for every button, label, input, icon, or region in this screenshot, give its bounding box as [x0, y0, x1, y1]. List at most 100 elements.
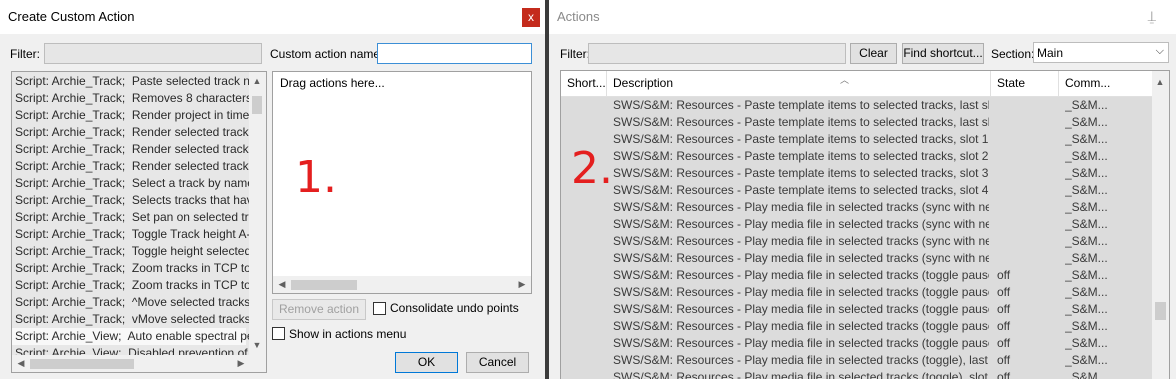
- cell-command: _S&M...: [1065, 115, 1108, 129]
- cell-description: SWS/S&M: Resources - Paste template item…: [613, 166, 989, 180]
- pin-icon[interactable]: ⍊: [1148, 8, 1156, 25]
- action-list-item[interactable]: Script: Archie_Track; Zoom tracks in TCP…: [15, 260, 264, 277]
- filter-input[interactable]: [588, 43, 846, 64]
- scroll-up-arrow-icon[interactable]: ▲: [1153, 77, 1167, 87]
- action-list-item[interactable]: Script: Archie_Track; Zoom tracks in TCP…: [15, 277, 264, 294]
- actions-table[interactable]: Short... ︿ Description State Comm... SWS/…: [560, 70, 1170, 379]
- cell-state: off: [997, 336, 1011, 350]
- scroll-left-arrow-icon[interactable]: ◀: [14, 358, 28, 369]
- section-value: Main: [1037, 46, 1064, 60]
- show-in-actions-menu-checkbox[interactable]: [272, 327, 285, 340]
- cell-description: SWS/S&M: Resources - Play media file in …: [613, 370, 989, 379]
- title-bar[interactable]: Actions ⍊: [549, 0, 1176, 34]
- action-list-item[interactable]: Script: Archie_Track; vMove selected tra…: [15, 311, 263, 328]
- column-header-description[interactable]: ︿ Description: [607, 71, 991, 97]
- close-button[interactable]: x: [522, 8, 540, 27]
- table-row[interactable]: SWS/S&M: Resources - Play media file in …: [561, 318, 1152, 335]
- available-actions-list[interactable]: Script: Archie_Track; Paste selected tra…: [11, 71, 267, 373]
- annotation-2: 2.: [571, 143, 613, 194]
- action-list-item[interactable]: Script: Archie_Track; Paste selected tra…: [15, 73, 266, 90]
- action-list-item[interactable]: Script: Archie_Track; Toggle height sele…: [15, 243, 266, 260]
- table-row[interactable]: SWS/S&M: Resources - Play media file in …: [561, 250, 1152, 267]
- scrollbar-thumb[interactable]: [252, 96, 262, 114]
- annotation-1: 1.: [295, 152, 337, 203]
- action-list-item[interactable]: Script: Archie_Track; Select a track by …: [15, 175, 266, 192]
- clear-button[interactable]: Clear: [850, 43, 897, 64]
- table-row[interactable]: SWS/S&M: Resources - Play media file in …: [561, 284, 1152, 301]
- action-list-item[interactable]: Script: Archie_Track; Set pan on selecte…: [15, 209, 266, 226]
- show-in-actions-menu-label: Show in actions menu: [289, 327, 407, 341]
- horizontal-scrollbar[interactable]: ◀ ▶: [12, 355, 266, 372]
- action-list-item[interactable]: Script: Archie_View; Auto enable spectra…: [12, 328, 266, 345]
- action-list-item[interactable]: Script: Archie_Track; Render project in …: [15, 107, 266, 124]
- action-list-item[interactable]: Script: Archie_Track; Removes 8 characte…: [15, 90, 266, 107]
- table-row[interactable]: SWS/S&M: Resources - Paste template item…: [561, 114, 1152, 131]
- custom-action-name-input[interactable]: [377, 43, 532, 64]
- action-list-item[interactable]: Script: Archie_Track; Render selected tr…: [15, 158, 266, 175]
- table-row[interactable]: SWS/S&M: Resources - Play media file in …: [561, 369, 1152, 379]
- action-list-item[interactable]: Script: Archie_Track; Render selected tr…: [15, 141, 266, 158]
- table-row[interactable]: SWS/S&M: Resources - Paste template item…: [561, 131, 1152, 148]
- vertical-scrollbar[interactable]: ▲: [1152, 71, 1169, 379]
- scroll-right-arrow-icon[interactable]: ▶: [515, 279, 529, 290]
- cell-description: SWS/S&M: Resources - Paste template item…: [613, 132, 989, 146]
- action-list-item[interactable]: Script: Archie_Track; ^Move selected tra…: [15, 294, 263, 311]
- cell-state: off: [997, 268, 1011, 282]
- cell-description: SWS/S&M: Resources - Play media file in …: [613, 200, 989, 214]
- cell-description: SWS/S&M: Resources - Play media file in …: [613, 285, 989, 299]
- action-list-item[interactable]: Script: Archie_Track; Toggle Track heigh…: [15, 226, 266, 243]
- table-row[interactable]: SWS/S&M: Resources - Paste template item…: [561, 165, 1152, 182]
- cell-command: _S&M...: [1065, 132, 1108, 146]
- cell-command: _S&M...: [1065, 268, 1108, 282]
- cell-command: _S&M...: [1065, 353, 1108, 367]
- table-header: Short... ︿ Description State Comm...: [561, 71, 1152, 97]
- table-row[interactable]: SWS/S&M: Resources - Play media file in …: [561, 199, 1152, 216]
- table-row[interactable]: SWS/S&M: Resources - Paste template item…: [561, 97, 1152, 114]
- filter-input[interactable]: [44, 43, 262, 64]
- scrollbar-thumb[interactable]: [30, 359, 134, 369]
- cell-description: SWS/S&M: Resources - Paste template item…: [613, 98, 989, 112]
- remove-action-button[interactable]: Remove action: [272, 299, 366, 320]
- cell-description: SWS/S&M: Resources - Play media file in …: [613, 353, 989, 367]
- action-list-item[interactable]: Script: Archie_Track; Render selected tr…: [15, 124, 266, 141]
- column-header-command[interactable]: Comm...: [1059, 71, 1154, 97]
- scrollbar-thumb[interactable]: [1155, 302, 1166, 320]
- table-row[interactable]: SWS/S&M: Resources - Play media file in …: [561, 233, 1152, 250]
- column-header-state[interactable]: State: [991, 71, 1059, 97]
- scrollbar-thumb[interactable]: [291, 280, 357, 290]
- cell-command: _S&M...: [1065, 217, 1108, 231]
- column-header-shortcut[interactable]: Short...: [561, 71, 607, 97]
- window-title: Actions: [557, 9, 600, 24]
- title-bar[interactable]: Create Custom Action x: [0, 0, 545, 34]
- cell-description: SWS/S&M: Resources - Paste template item…: [613, 115, 989, 129]
- scroll-down-arrow-icon[interactable]: ▼: [250, 340, 264, 350]
- ok-button[interactable]: OK: [395, 352, 458, 373]
- cell-description: SWS/S&M: Resources - Play media file in …: [613, 251, 989, 265]
- section-select[interactable]: Main ⌵: [1033, 42, 1169, 63]
- table-row[interactable]: SWS/S&M: Resources - Play media file in …: [561, 335, 1152, 352]
- table-row[interactable]: SWS/S&M: Resources - Play media file in …: [561, 301, 1152, 318]
- horizontal-scrollbar[interactable]: ◀ ▶: [273, 276, 531, 293]
- drop-placeholder: Drag actions here...: [280, 76, 385, 90]
- action-list-item[interactable]: Script: Archie_Track; Selects tracks tha…: [15, 192, 266, 209]
- table-row[interactable]: SWS/S&M: Resources - Play media file in …: [561, 216, 1152, 233]
- cell-command: _S&M...: [1065, 336, 1108, 350]
- table-row[interactable]: SWS/S&M: Resources - Paste template item…: [561, 182, 1152, 199]
- scroll-left-arrow-icon[interactable]: ◀: [275, 279, 289, 290]
- custom-action-drop-area[interactable]: Drag actions here... 1. ◀ ▶: [272, 71, 532, 294]
- cell-command: _S&M...: [1065, 302, 1108, 316]
- cell-command: _S&M...: [1065, 166, 1108, 180]
- close-icon: x: [528, 10, 534, 24]
- consolidate-undo-checkbox[interactable]: [373, 302, 386, 315]
- vertical-scrollbar[interactable]: ▲ ▼: [249, 72, 266, 355]
- cancel-button[interactable]: Cancel: [466, 352, 529, 373]
- table-row[interactable]: SWS/S&M: Resources - Play media file in …: [561, 267, 1152, 284]
- table-row[interactable]: SWS/S&M: Resources - Play media file in …: [561, 352, 1152, 369]
- cell-description: SWS/S&M: Resources - Play media file in …: [613, 234, 989, 248]
- find-shortcut-button[interactable]: Find shortcut...: [902, 43, 984, 64]
- scroll-up-arrow-icon[interactable]: ▲: [250, 76, 264, 86]
- cell-command: _S&M...: [1065, 98, 1108, 112]
- table-row[interactable]: SWS/S&M: Resources - Paste template item…: [561, 148, 1152, 165]
- scroll-right-arrow-icon[interactable]: ▶: [234, 358, 248, 369]
- cell-state: off: [997, 319, 1011, 333]
